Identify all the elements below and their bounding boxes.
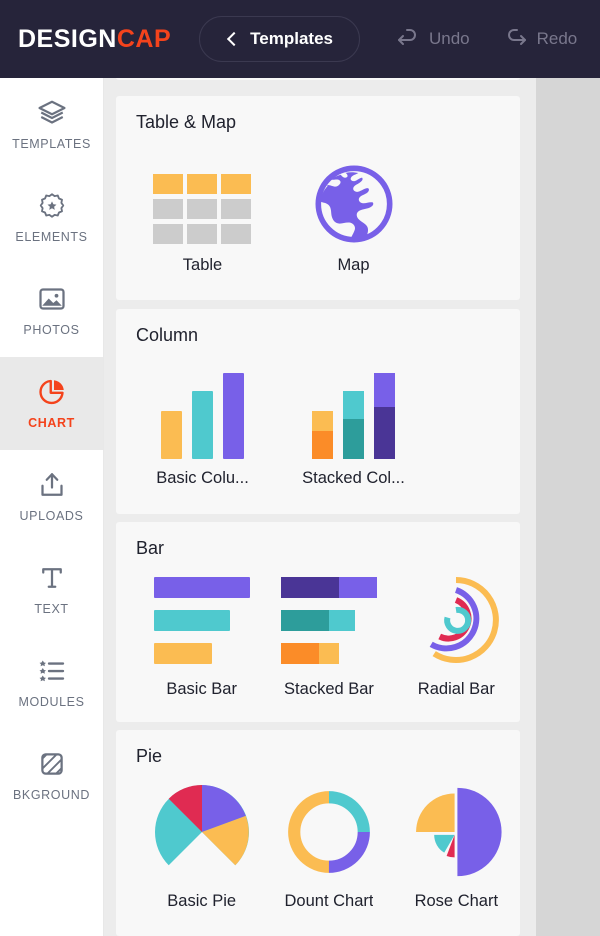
chart-type-label: Stacked Bar xyxy=(284,680,374,698)
chart-type-rose-chart[interactable]: Rose Chart xyxy=(393,782,520,911)
list-icon xyxy=(39,660,64,682)
redo-button[interactable]: Redo xyxy=(504,27,578,51)
chart-type-basic-pie[interactable]: Basic Pie xyxy=(138,782,265,911)
designcap-editor: DESIGN CAP Templates Undo Redo TEMPLATES… xyxy=(0,0,600,936)
left-sidebar: TEMPLATES ELEMENTS PHOTOS CHART UPLOADS … xyxy=(0,78,104,936)
sidebar-item-uploads[interactable]: UPLOADS xyxy=(0,450,103,543)
previous-section-card-partial[interactable] xyxy=(116,78,520,80)
templates-button-label: Templates xyxy=(250,29,333,48)
chart-type-label: Map xyxy=(337,256,370,274)
sidebar-item-label: BKGROUND xyxy=(12,788,91,802)
section-title: Column xyxy=(136,325,199,345)
chart-type-label: Basic Colu... xyxy=(156,469,249,487)
stacked-bar-icon xyxy=(280,570,377,670)
undo-label: Undo xyxy=(428,29,470,48)
radial-bar-icon xyxy=(410,570,502,670)
chevron-left-icon xyxy=(226,33,238,45)
donut-chart-icon xyxy=(282,782,376,882)
background-icon xyxy=(40,753,63,775)
sidebar-item-chart[interactable]: CHART xyxy=(0,357,103,450)
chart-type-radial-bar[interactable]: Radial Bar xyxy=(393,570,520,699)
sidebar-item-label: CHART xyxy=(28,416,75,430)
sidebar-item-label: TEMPLATES xyxy=(12,137,91,151)
section-card-pie[interactable]: Pie Basic Pie Dount Chart Rose Chart xyxy=(116,730,520,936)
chart-type-label: Basic Bar xyxy=(166,680,237,698)
sidebar-item-label: TEXT xyxy=(34,602,69,616)
chart-type-label: Rose Chart xyxy=(414,892,499,910)
chart-type-label: Basic Pie xyxy=(167,892,237,910)
section-title: Bar xyxy=(136,538,165,558)
sidebar-item-label: MODULES xyxy=(18,695,85,709)
redo-arrow-icon xyxy=(507,29,526,45)
redo-label: Redo xyxy=(536,29,578,48)
sidebar-item-label: PHOTOS xyxy=(23,323,80,337)
image-icon xyxy=(38,288,65,310)
chart-type-basic-bar[interactable]: Basic Bar xyxy=(138,570,265,699)
chart-type-label: Stacked Col... xyxy=(302,469,405,487)
section-card-column[interactable]: Column Basic Colu... Stacked Col... xyxy=(116,309,520,514)
chart-library-panel[interactable]: Table & Map Table Map Column Basic Colu.… xyxy=(104,78,536,936)
basic-bar-icon xyxy=(153,570,250,670)
section-title: Table & Map xyxy=(136,112,237,132)
chart-type-map[interactable]: Map xyxy=(289,146,418,275)
app-logo[interactable]: DESIGN CAP xyxy=(18,25,171,54)
globe-icon xyxy=(312,146,396,246)
chart-type-basic-column[interactable]: Basic Colu... xyxy=(138,359,267,488)
sidebar-item-label: ELEMENTS xyxy=(15,230,88,244)
app-header: DESIGN CAP Templates Undo Redo xyxy=(0,0,600,78)
pie-chart-icon xyxy=(38,379,64,405)
sidebar-item-bkground[interactable]: BKGROUND xyxy=(0,729,103,822)
basic-column-icon xyxy=(161,359,244,459)
chart-type-label: Dount Chart xyxy=(284,892,374,910)
logo-text-design: DESIGN xyxy=(18,24,117,53)
chart-type-stacked-column[interactable]: Stacked Col... xyxy=(289,359,418,488)
chart-type-donut-chart[interactable]: Dount Chart xyxy=(265,782,392,911)
section-card-table-map[interactable]: Table & Map Table Map xyxy=(116,96,520,300)
section-title: Pie xyxy=(136,746,163,766)
section-card-bar[interactable]: Bar Basic Bar Stacked Bar Radial Bar xyxy=(116,522,520,722)
templates-button[interactable]: Templates xyxy=(199,16,360,62)
chart-type-table[interactable]: Table xyxy=(138,146,267,275)
layers-icon xyxy=(37,100,66,124)
badge-star-icon xyxy=(39,193,64,218)
logo-text-cap: CAP xyxy=(116,24,172,53)
table-grid-icon xyxy=(152,146,253,246)
design-canvas-area[interactable] xyxy=(536,78,600,936)
sidebar-item-templates[interactable]: TEMPLATES xyxy=(0,78,103,171)
sidebar-item-modules[interactable]: MODULES xyxy=(0,636,103,729)
sidebar-item-elements[interactable]: ELEMENTS xyxy=(0,171,103,264)
basic-pie-icon xyxy=(154,782,249,882)
sidebar-item-photos[interactable]: PHOTOS xyxy=(0,264,103,357)
sidebar-item-text[interactable]: TEXT xyxy=(0,543,103,636)
sidebar-item-label: UPLOADS xyxy=(19,509,84,523)
chart-type-label: Radial Bar xyxy=(417,680,495,698)
chart-type-label: Table xyxy=(182,256,223,274)
stacked-column-icon xyxy=(312,359,395,459)
undo-arrow-icon xyxy=(397,29,416,45)
upload-icon xyxy=(40,473,63,496)
chart-type-stacked-bar[interactable]: Stacked Bar xyxy=(265,570,392,699)
undo-button[interactable]: Undo xyxy=(396,27,470,51)
text-t-icon xyxy=(41,568,62,588)
rose-chart-icon xyxy=(409,782,503,882)
